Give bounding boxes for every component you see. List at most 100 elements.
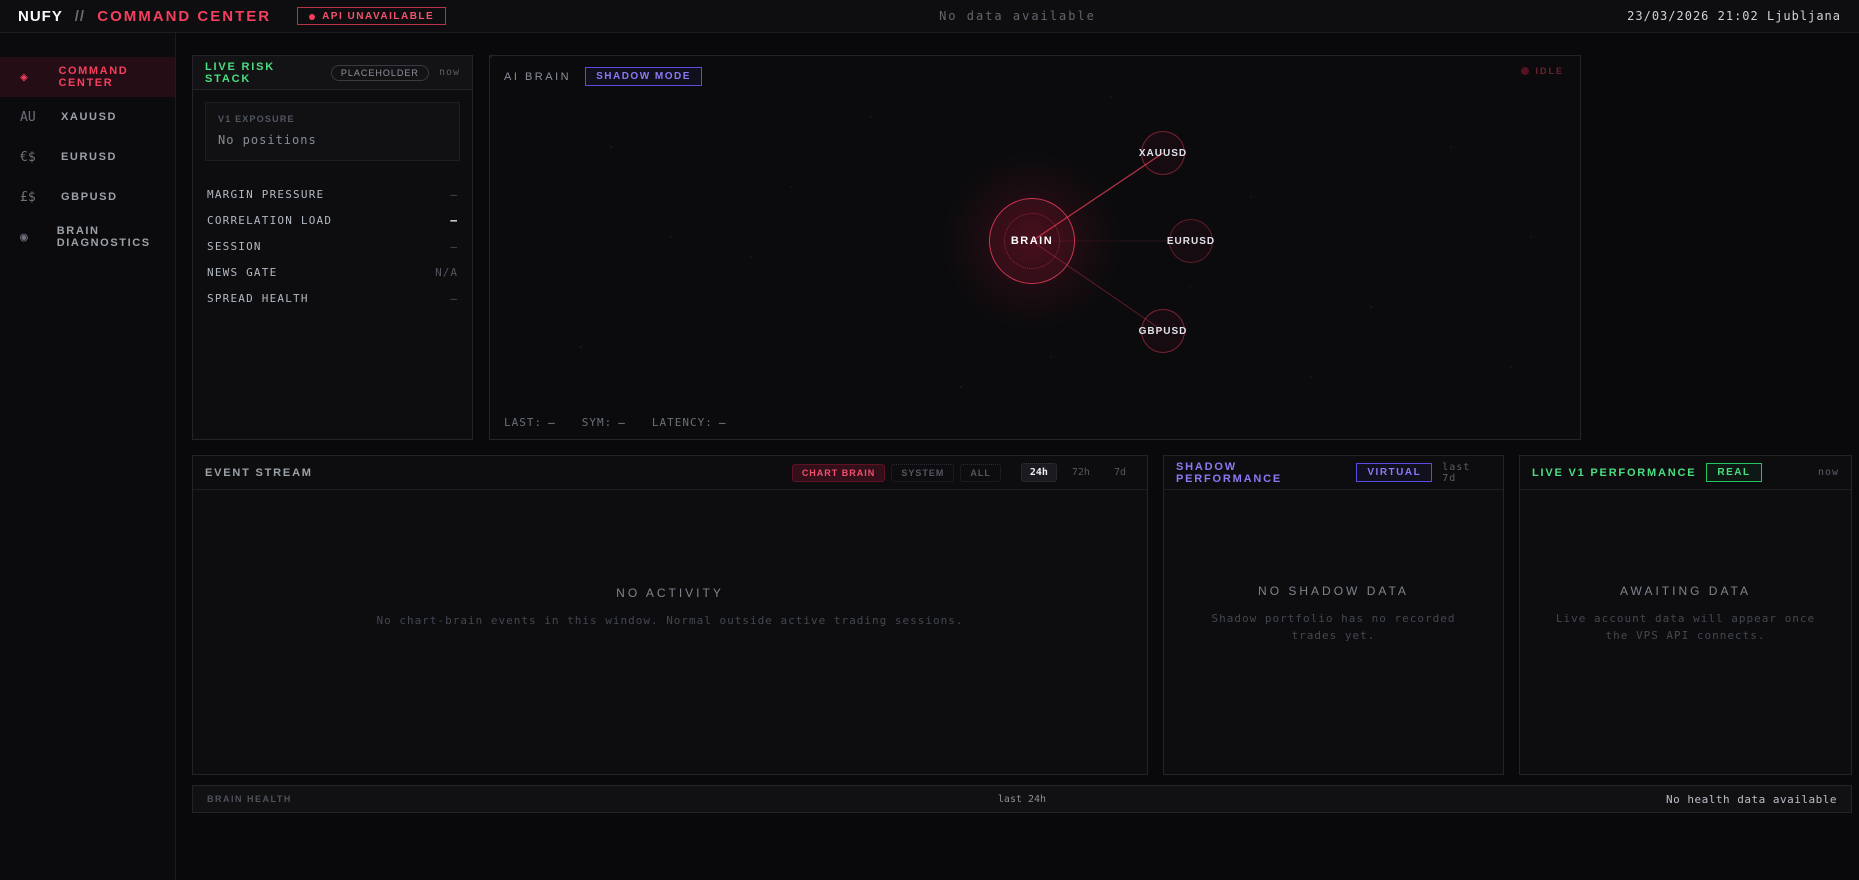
panel-title: SHADOW PERFORMANCE — [1176, 460, 1282, 485]
brain-health-bar: BRAIN HEALTH last 24h No health data ava… — [192, 785, 1852, 813]
node-xauusd[interactable]: XAUUSD — [1138, 131, 1188, 175]
live-performance-header: LIVE V1 PERFORMANCE REAL now — [1520, 456, 1851, 490]
risk-value: — — [450, 187, 458, 201]
empty-state-message: Shadow portfolio has no recorded trades … — [1211, 612, 1456, 642]
brain-health-timeframe: last 24h — [997, 793, 1047, 805]
empty-state-title: NO SHADOW DATA — [1258, 584, 1409, 598]
target-icon: ◉ — [20, 229, 28, 245]
panel-title: LIVE V1 PERFORMANCE — [1532, 466, 1697, 479]
sidebar-item-label: BRAIN DIAGNOSTICS — [56, 225, 151, 249]
range-7d[interactable]: 7d — [1105, 463, 1135, 482]
risk-value: — — [450, 213, 458, 227]
clock: 23/03/2026 21:02 Ljubljana — [1627, 9, 1841, 23]
sym-readout: SYM: — — [582, 416, 626, 429]
euro-dollar-icon: €$ — [20, 149, 36, 165]
filter-system[interactable]: SYSTEM — [891, 463, 955, 482]
risk-label: SPREAD HEALTH — [207, 291, 309, 305]
shadow-empty-state: NO SHADOW DATA Shadow portfolio has no r… — [1164, 584, 1503, 644]
brand-separator: // — [74, 7, 86, 25]
sym-value: — — [618, 416, 626, 429]
event-filters: CHART BRAIN SYSTEM ALL 24h 72h 7d — [791, 463, 1135, 482]
latency-readout: LATENCY: — — [652, 416, 727, 429]
panel-title: EVENT STREAM — [205, 466, 313, 479]
sym-label: SYM: — [581, 416, 613, 429]
brand-name: NUFY — [18, 7, 63, 25]
idle-dot-icon — [1521, 67, 1530, 75]
risk-label: NEWS GATE — [207, 265, 278, 279]
node-label: XAUUSD — [1138, 147, 1188, 159]
risk-label: CORRELATION LOAD — [207, 213, 333, 227]
event-stream-panel: EVENT STREAM CHART BRAIN SYSTEM ALL 24h … — [192, 455, 1148, 775]
risk-value: N/A — [435, 265, 458, 279]
brain-health-status: No health data available — [1666, 792, 1837, 806]
placeholder-badge: PLACEHOLDER — [330, 64, 429, 81]
last-value: — — [548, 416, 556, 429]
risk-label: MARGIN PRESSURE — [207, 187, 325, 201]
sidebar-item-eurusd[interactable]: €$ EURUSD — [0, 137, 175, 177]
filter-chart-brain[interactable]: CHART BRAIN — [791, 463, 886, 482]
event-stream-header: EVENT STREAM CHART BRAIN SYSTEM ALL 24h … — [193, 456, 1147, 490]
node-gbpusd[interactable]: GBPUSD — [1138, 309, 1188, 353]
brain-header: AI BRAIN SHADOW MODE — [504, 67, 702, 86]
live-v1-performance-panel: LIVE V1 PERFORMANCE REAL now AWAITING DA… — [1519, 455, 1852, 775]
sidebar-item-label: COMMAND CENTER — [58, 65, 129, 89]
empty-state-title: NO ACTIVITY — [616, 586, 724, 600]
latency-value: — — [718, 416, 727, 429]
sidebar-item-command-center[interactable]: ◈ COMMAND CENTER — [0, 57, 175, 97]
panel-title: LIVE RISK STACK — [205, 60, 275, 85]
sidebar-item-label: EURUSD — [61, 151, 118, 163]
risk-value: — — [450, 291, 458, 305]
brain-node[interactable]: BRAIN — [989, 198, 1075, 284]
empty-state-message: No chart-brain events in this window. No… — [376, 614, 964, 627]
range-72h[interactable]: 72h — [1063, 463, 1099, 482]
risk-stack-header: LIVE RISK STACK PLACEHOLDER now — [193, 56, 472, 90]
shadow-mode-badge: SHADOW MODE — [585, 67, 702, 86]
top-bar: NUFY // COMMAND CENTER API UNAVAILABLE N… — [0, 0, 1859, 33]
range-selector: 24h 72h 7d — [1020, 463, 1135, 482]
event-stream-empty-state: NO ACTIVITY No chart-brain events in thi… — [193, 586, 1147, 630]
risk-row-correlation-load: CORRELATION LOAD — — [205, 207, 460, 233]
pound-dollar-icon: £$ — [20, 189, 36, 205]
last-label: LAST: — [504, 416, 543, 429]
latency-label: LATENCY: — [651, 416, 713, 429]
risk-value: — — [450, 239, 458, 253]
shadow-performance-panel: SHADOW PERFORMANCE VIRTUAL last 7d NO SH… — [1163, 455, 1504, 775]
exposure-label: V1 EXPOSURE — [218, 114, 295, 124]
sidebar-item-label: XAUUSD — [61, 111, 118, 123]
risk-row-news-gate: NEWS GATE N/A — [205, 259, 460, 285]
risk-stack-body: V1 EXPOSURE No positions MARGIN PRESSURE… — [193, 90, 472, 323]
sidebar-item-brain-diagnostics[interactable]: ◉ BRAIN DIAGNOSTICS — [0, 217, 175, 257]
node-label: GBPUSD — [1138, 325, 1188, 337]
range-24h[interactable]: 24h — [1020, 463, 1057, 482]
sidebar-item-gbpusd[interactable]: £$ GBPUSD — [0, 177, 175, 217]
brain-node-label: BRAIN — [1010, 235, 1054, 247]
risk-row-spread-health: SPREAD HEALTH — — [205, 285, 460, 311]
node-eurusd[interactable]: EURUSD — [1166, 219, 1216, 263]
node-label: EURUSD — [1166, 235, 1216, 247]
brain-footer: LAST: — SYM: — LATENCY: — — [504, 416, 726, 429]
panel-title: AI BRAIN — [504, 70, 572, 83]
gold-symbol-icon: AU — [20, 109, 36, 125]
ai-brain-panel: AI BRAIN SHADOW MODE IDLE BRAIN XAUUSD E… — [489, 55, 1581, 440]
risk-row-margin-pressure: MARGIN PRESSURE — — [205, 181, 460, 207]
brain-status: IDLE — [1521, 66, 1564, 76]
real-badge: REAL — [1706, 463, 1762, 482]
exposure-value: No positions — [218, 133, 317, 147]
empty-state-message: Live account data will appear once the V… — [1555, 612, 1816, 642]
empty-state-title: AWAITING DATA — [1620, 584, 1751, 598]
sidebar-item-xauusd[interactable]: AU XAUUSD — [0, 97, 175, 137]
last-readout: LAST: — — [504, 416, 556, 429]
virtual-badge: VIRTUAL — [1356, 463, 1433, 482]
timeframe-label: last 7d — [1442, 461, 1471, 484]
global-status-text: No data available — [939, 9, 1096, 23]
timeframe-label: now — [1817, 467, 1839, 478]
live-empty-state: AWAITING DATA Live account data will app… — [1520, 584, 1851, 644]
live-risk-stack-panel: LIVE RISK STACK PLACEHOLDER now V1 EXPOS… — [192, 55, 473, 440]
exposure-box: V1 EXPOSURE No positions — [205, 102, 460, 161]
sidebar: ◈ COMMAND CENTER AU XAUUSD €$ EURUSD £$ … — [0, 33, 176, 880]
diamond-icon: ◈ — [20, 69, 28, 85]
shadow-performance-header: SHADOW PERFORMANCE VIRTUAL last 7d — [1164, 456, 1503, 490]
risk-row-session: SESSION — — [205, 233, 460, 259]
filter-all[interactable]: ALL — [960, 463, 1001, 482]
sidebar-item-label: GBPUSD — [61, 191, 118, 203]
